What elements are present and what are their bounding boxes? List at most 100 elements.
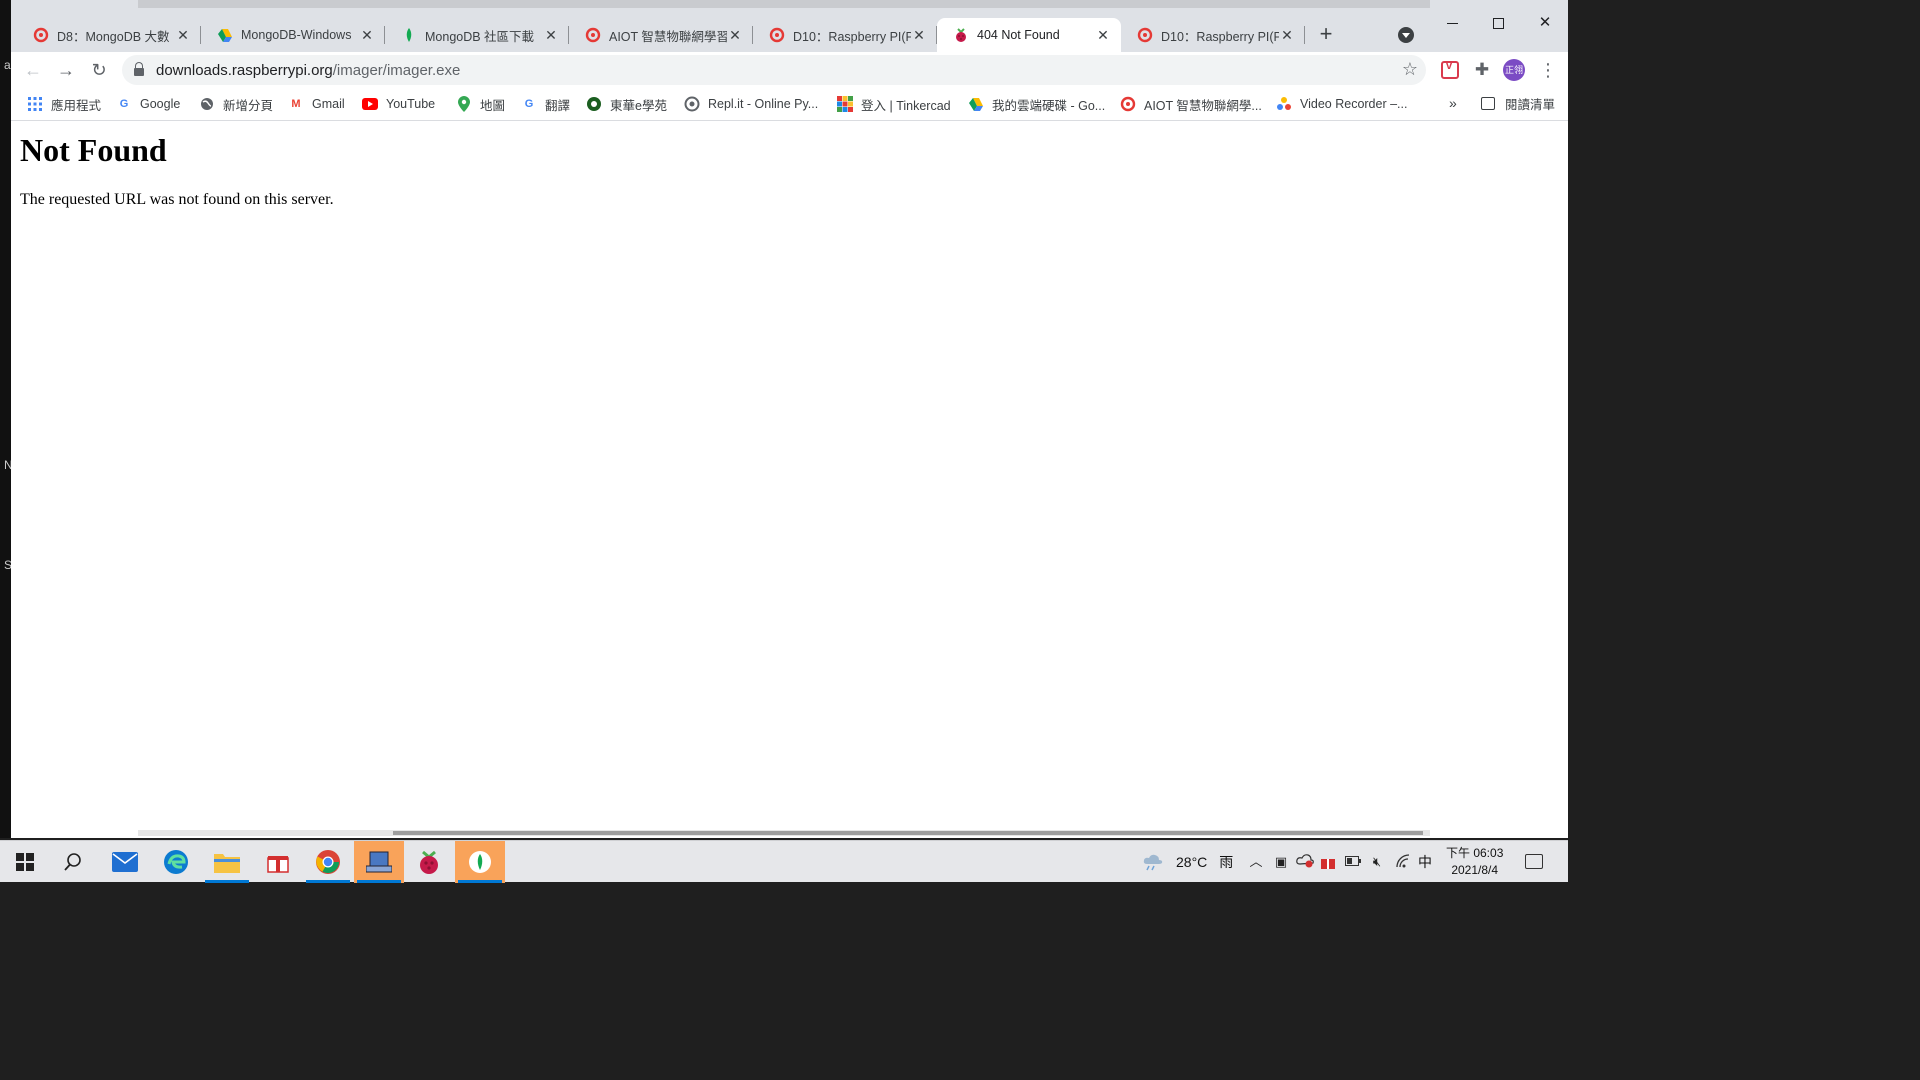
browser-tab[interactable]: D8：MongoDB 大數 ✕ — [17, 18, 201, 52]
reading-list-label: 閱讀清單 — [1505, 98, 1556, 112]
chrome-icon[interactable] — [303, 841, 353, 883]
maximize-button[interactable] — [1483, 10, 1513, 36]
bookmark-tinkercad[interactable]: 登入 | Tinkercad — [837, 94, 951, 114]
browser-window: D8：MongoDB 大數 ✕ MongoDB-Windows ✕ MongoD… — [11, 0, 1568, 838]
file-explorer-icon[interactable] — [202, 841, 252, 883]
bookmark-label: 登入 | Tinkercad — [861, 98, 951, 113]
tab-close-icon[interactable]: ✕ — [911, 27, 927, 43]
bookmark-apps[interactable]: 應用程式 — [27, 94, 101, 114]
input-method-indicator[interactable]: 中 — [1418, 852, 1432, 872]
aiot-red-icon — [33, 27, 49, 43]
lock-icon[interactable] — [134, 62, 144, 76]
battery-icon[interactable] — [1345, 854, 1361, 870]
clock-date: 2021/8/4 — [1451, 863, 1499, 877]
tab-title: D10：Raspberry PI(P — [1161, 29, 1279, 44]
bookmark-new-tab[interactable]: 新增分頁 — [199, 94, 273, 114]
gift-icon[interactable] — [253, 841, 303, 883]
bookmark-maps[interactable]: 地圖 — [456, 94, 505, 114]
rain-cloud-icon — [1143, 854, 1163, 871]
onedrive-error-icon[interactable] — [1296, 854, 1314, 870]
clock-time: 下午 06:03 — [1446, 846, 1504, 860]
tab-close-icon[interactable]: ✕ — [543, 27, 559, 43]
aiot-red-icon — [1120, 96, 1136, 112]
kebab-menu-icon[interactable]: ⋮ — [1539, 58, 1557, 82]
tab-close-icon[interactable]: ✕ — [1279, 27, 1295, 43]
aiot-red-icon — [1137, 27, 1153, 43]
browser-tab[interactable]: MongoDB 社區下載 ✕ — [385, 18, 569, 52]
address-bar[interactable]: downloads.raspberrypi.org/imager/imager.… — [122, 55, 1426, 85]
notification-center-icon[interactable] — [1525, 854, 1543, 869]
bookmark-video-recorder[interactable]: Video Recorder –... — [1276, 94, 1407, 114]
weather-widget[interactable]: 28°C 雨 — [1142, 852, 1233, 872]
system-clock[interactable]: 下午 06:03 2021/8/4 — [1446, 845, 1503, 879]
bookmark-gmail[interactable]: M Gmail — [288, 94, 344, 114]
browser-tab[interactable]: D10：Raspberry PI(P ✕ — [1121, 18, 1305, 52]
raspberry-pi-imager-icon[interactable] — [404, 841, 454, 883]
video-recorder-icon — [1276, 96, 1292, 112]
bookmark-label: Google — [140, 97, 181, 111]
forward-arrow-icon[interactable]: → — [54, 58, 78, 82]
mongodb-leaf-icon — [401, 27, 417, 43]
bookmark-label: Video Recorder –... — [1300, 97, 1408, 111]
meet-now-icon[interactable]: ▣ — [1273, 854, 1289, 870]
reading-list-button[interactable]: 閱讀清單 — [1481, 94, 1555, 113]
bookmark-aiot[interactable]: AIOT 智慧物聯網學... — [1120, 94, 1262, 114]
globe-icon — [199, 96, 215, 112]
google-g-icon: G — [119, 98, 129, 110]
profile-avatar[interactable]: 正翎 — [1503, 59, 1525, 81]
scrollbar-thumb[interactable] — [393, 831, 1423, 835]
wifi-icon[interactable] — [1395, 854, 1411, 870]
reading-list-icon — [1481, 97, 1495, 110]
tab-close-icon[interactable]: ✕ — [359, 27, 375, 43]
edge-icon[interactable] — [151, 841, 201, 883]
bookmark-label: 應用程式 — [51, 98, 102, 113]
edge-letter: a — [4, 58, 11, 72]
volume-muted-icon[interactable]: 🔇︎ — [1369, 854, 1385, 870]
bookmarks-overflow-button[interactable]: » — [1449, 95, 1457, 111]
bookmark-replit[interactable]: Repl.it - Online Py... — [684, 94, 818, 114]
browser-tab-active[interactable]: 404 Not Found ✕ — [937, 18, 1121, 52]
reload-icon[interactable]: ↻ — [87, 58, 111, 82]
bookmark-label: 我的雲端硬碟 - Go... — [992, 98, 1106, 113]
browser-tab[interactable]: AIOT 智慧物聯網學習 ✕ — [569, 18, 753, 52]
pocket-extension-icon[interactable] — [1441, 60, 1459, 79]
bookmark-label: 地圖 — [480, 98, 506, 113]
new-tab-button[interactable]: + — [1313, 22, 1339, 48]
chevron-up-icon[interactable]: ︿ — [1248, 854, 1264, 870]
ndhu-icon — [586, 96, 602, 112]
tab-close-icon[interactable]: ✕ — [1095, 27, 1111, 43]
mail-icon[interactable] — [100, 841, 150, 883]
browser-tab[interactable]: MongoDB-Windows ✕ — [201, 18, 385, 52]
bookmark-youtube[interactable]: YouTube — [362, 94, 435, 114]
start-button[interactable] — [0, 841, 50, 883]
network-tool-icon[interactable] — [354, 841, 404, 883]
gift-tray-icon[interactable] — [1320, 854, 1336, 870]
tab-title: D8：MongoDB 大數 — [57, 29, 170, 44]
bookmark-star-icon[interactable]: ☆ — [1402, 59, 1418, 80]
mongodb-compass-icon[interactable] — [455, 841, 505, 883]
bookmark-google-drive[interactable]: 我的雲端硬碟 - Go... — [968, 94, 1105, 114]
youtube-icon — [362, 96, 378, 112]
maps-pin-icon — [456, 96, 472, 112]
close-window-button[interactable]: ✕ — [1530, 10, 1560, 36]
bookmark-label: 東華e學苑 — [610, 98, 667, 113]
browser-tab[interactable]: D10：Raspberry PI(P ✕ — [753, 18, 937, 52]
back-arrow-icon[interactable]: ← — [21, 58, 45, 82]
bookmark-ndhu[interactable]: 東華e學苑 — [586, 94, 667, 114]
google-drive-icon — [968, 96, 984, 112]
tab-search-icon[interactable] — [1398, 27, 1414, 43]
search-icon[interactable] — [48, 841, 98, 883]
extensions-puzzle-icon[interactable]: ✚ — [1473, 61, 1491, 79]
tab-title: AIOT 智慧物聯網學習 — [609, 29, 727, 44]
url-path: /imager/imager.exe — [332, 61, 461, 79]
tab-title: D10：Raspberry PI(P — [793, 29, 911, 44]
bookmark-label: Repl.it - Online Py... — [708, 97, 819, 111]
browser-toolbar: ← → ↻ downloads.raspberrypi.org/imager/i… — [11, 52, 1568, 88]
minimize-button[interactable] — [1437, 10, 1467, 36]
tab-close-icon[interactable]: ✕ — [175, 27, 191, 43]
bookmark-translate[interactable]: G 翻譯 — [521, 94, 570, 114]
horizontal-scrollbar[interactable] — [138, 830, 1430, 836]
tab-close-icon[interactable]: ✕ — [727, 27, 743, 43]
bookmark-google[interactable]: G Google — [116, 94, 181, 114]
apps-grid-icon — [27, 96, 43, 112]
